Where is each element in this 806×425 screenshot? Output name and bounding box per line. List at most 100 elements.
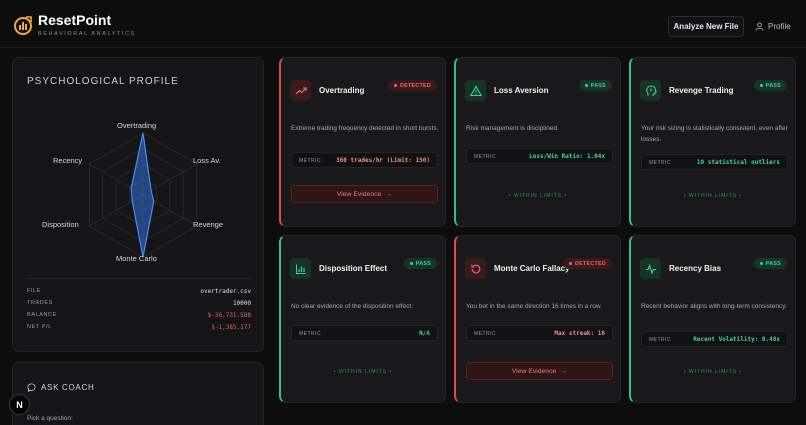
card-description: No clear evidence of the disposition eff… xyxy=(291,303,414,310)
metric-label: METRIC xyxy=(474,154,497,160)
radar-label-monte-carlo: Monte Carlo xyxy=(116,254,157,263)
status-badge: PASS xyxy=(403,258,437,269)
profile-label: Profile xyxy=(768,22,791,31)
metric-label: METRIC xyxy=(299,158,322,164)
metric-box: METRIC N/A xyxy=(291,325,438,341)
metric-label: METRIC xyxy=(299,331,322,337)
chat-bubble-icon xyxy=(27,383,36,392)
radar-label-loss-av: Loss Av. xyxy=(193,156,221,165)
trades-row: TRADES 10000 xyxy=(27,300,251,310)
within-limits-label: • WITHIN LIMITS • xyxy=(508,193,568,199)
view-evidence-label: View Evidence xyxy=(336,190,382,198)
card-description: Risk management is disciplined. xyxy=(466,125,559,132)
within-limits-label: • WITHIN LIMITS • xyxy=(683,193,743,199)
brand-subtitle: BEHAVIORAL ANALYTICS xyxy=(38,31,136,37)
status-text: DETECTED xyxy=(575,260,606,267)
metric-value: Recent Volatility: 0.48x xyxy=(693,336,780,343)
status-badge: DETECTED xyxy=(388,80,437,91)
radar-label-recency: Recency xyxy=(53,156,83,165)
arrow-right-icon: → xyxy=(560,367,568,375)
radar-label-revenge: Revenge xyxy=(193,220,224,229)
card-description: You bet in the same direction 16 times i… xyxy=(466,303,602,310)
metric-label: METRIC xyxy=(474,331,497,337)
view-evidence-button[interactable]: View Evidence → xyxy=(291,185,438,203)
trades-label: TRADES xyxy=(27,300,53,306)
divider xyxy=(27,278,251,279)
card-recency-bias: Recency Bias PASS Recent behavior aligns… xyxy=(629,235,796,403)
within-limits-label: • WITHIN LIMITS • xyxy=(683,369,743,375)
next-badge-button[interactable]: N xyxy=(9,394,30,415)
bar-chart-icon xyxy=(290,258,311,279)
view-evidence-label: View Evidence xyxy=(511,367,557,375)
view-evidence-button[interactable]: View Evidence → xyxy=(466,362,613,380)
file-label: FILE xyxy=(27,288,42,294)
status-text: PASS xyxy=(590,82,606,89)
ask-coach-title: ASK COACH xyxy=(41,383,95,392)
arrow-right-icon: → xyxy=(385,190,393,198)
status-badge: DETECTED xyxy=(563,258,612,269)
balance-row: BALANCE $-36,731.588 xyxy=(27,312,251,322)
radar-label-disposition: Disposition xyxy=(42,220,79,229)
app-header: ResetPoint BEHAVIORAL ANALYTICS Analyze … xyxy=(0,0,806,48)
brand-logo-icon xyxy=(14,16,32,35)
metric-box: METRIC Max streak: 16 xyxy=(466,325,613,341)
metric-value: 10 statistical outliers xyxy=(696,159,780,166)
card-title: Overtrading xyxy=(319,86,365,95)
card-description: Your risk sizing is statistically consis… xyxy=(641,125,788,143)
metric-value: 360 trades/hr (Limit: 150) xyxy=(336,157,430,164)
card-revenge-trading: Revenge Trading PASS Your risk sizing is… xyxy=(629,57,796,227)
ask-coach-panel: ASK COACH Pick a question: xyxy=(12,362,264,425)
ask-coach-header: ASK COACH xyxy=(27,383,94,392)
card-overtrading: Overtrading DETECTED Extreme trading fre… xyxy=(279,57,446,227)
card-title: Disposition Effect xyxy=(319,264,388,273)
metric-box: METRIC 360 trades/hr (Limit: 150) xyxy=(291,152,438,168)
net-pl-label: NET P/L xyxy=(27,324,52,330)
pick-question-label: Pick a question: xyxy=(27,415,73,422)
within-limits-label: • WITHIN LIMITS • xyxy=(333,369,393,375)
status-text: DETECTED xyxy=(400,82,431,89)
metric-value: Max streak: 16 xyxy=(554,330,605,337)
card-description: Extreme trading frequency detected in sh… xyxy=(291,125,439,132)
status-badge: PASS xyxy=(578,80,612,91)
card-title: Revenge Trading xyxy=(669,86,734,95)
balance-label: BALANCE xyxy=(27,312,57,318)
card-title: Recency Bias xyxy=(669,264,722,273)
trend-up-icon xyxy=(290,80,311,101)
metric-box: METRIC 10 statistical outliers xyxy=(641,154,788,170)
metric-box: METRIC Loss/Win Ratio: 1.04x xyxy=(466,148,613,164)
radar-label-overtrading: Overtrading xyxy=(117,121,157,130)
card-title: Loss Aversion xyxy=(494,86,549,95)
card-disposition-effect: Disposition Effect PASS No clear evidenc… xyxy=(279,235,446,403)
status-badge: PASS xyxy=(753,258,787,269)
trades-value: 10000 xyxy=(232,300,251,307)
metric-label: METRIC xyxy=(649,160,672,166)
profile-link[interactable]: Profile xyxy=(755,20,791,33)
analyze-new-file-button[interactable]: Analyze New File xyxy=(668,16,744,37)
metric-value: Loss/Win Ratio: 1.04x xyxy=(529,153,605,160)
card-monte-carlo-fallacy: Monte Carlo Fallacy DETECTED You bet in … xyxy=(454,235,621,403)
metric-label: METRIC xyxy=(649,337,672,343)
head-icon xyxy=(640,80,661,101)
net-pl-value: $-1,385.177 xyxy=(211,324,251,331)
metric-box: METRIC Recent Volatility: 0.48x xyxy=(641,331,788,347)
metric-value: N/A xyxy=(419,330,430,337)
rotate-icon xyxy=(465,258,486,279)
user-icon xyxy=(755,22,764,31)
file-row: FILE overtrader.csv xyxy=(27,288,251,298)
warning-icon xyxy=(465,80,486,101)
psychological-profile-panel: PSYCHOLOGICAL PROFILE Overtrading Loss A… xyxy=(12,57,264,352)
net-pl-row: NET P/L $-1,385.177 xyxy=(27,324,251,334)
radar-chart xyxy=(88,132,198,258)
brand-name: ResetPoint xyxy=(38,12,112,28)
radar-data-shape xyxy=(130,132,155,258)
balance-value: $-36,731.588 xyxy=(207,312,251,319)
panel-title: PSYCHOLOGICAL PROFILE xyxy=(27,76,179,87)
status-text: PASS xyxy=(765,82,781,89)
status-text: PASS xyxy=(415,260,431,267)
card-description: Recent behavior aligns with long-term co… xyxy=(641,303,787,310)
pulse-icon xyxy=(640,258,661,279)
status-text: PASS xyxy=(765,260,781,267)
card-loss-aversion: Loss Aversion PASS Risk management is di… xyxy=(454,57,621,227)
status-badge: PASS xyxy=(753,80,787,91)
file-value: overtrader.csv xyxy=(200,288,251,295)
